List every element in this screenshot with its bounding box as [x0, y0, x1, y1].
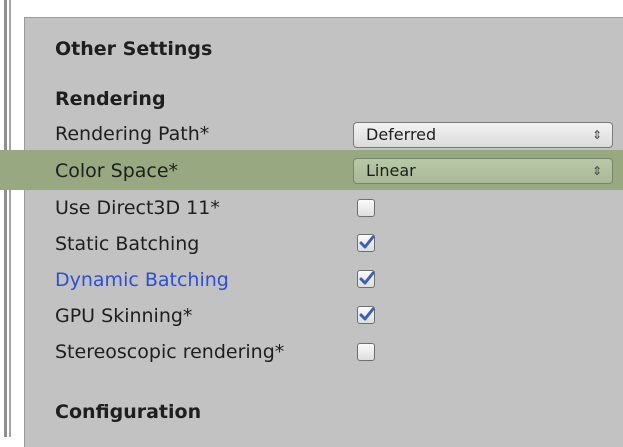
- checkmark-icon: [359, 235, 375, 249]
- window-edge-line-inner: [9, 0, 11, 437]
- color-space-value: Linear: [366, 161, 416, 180]
- stereoscopic-rendering-checkbox[interactable]: [357, 343, 375, 361]
- dynamic-batching-label: Dynamic Batching: [55, 269, 229, 291]
- rendering-path-value: Deferred: [366, 125, 437, 144]
- checkmark-icon: [359, 307, 375, 321]
- updown-arrows-icon: ⇕: [591, 164, 602, 178]
- section-header-configuration: Configuration: [55, 401, 202, 423]
- rendering-path-dropdown[interactable]: Deferred ⇕: [353, 122, 613, 148]
- use-direct3d-11-checkbox[interactable]: [357, 199, 375, 217]
- color-space-label: Color Space*: [55, 160, 179, 182]
- checkmark-icon: [359, 271, 375, 285]
- gpu-skinning-label: GPU Skinning*: [55, 305, 193, 327]
- gpu-skinning-checkbox[interactable]: [357, 306, 375, 324]
- static-batching-checkbox[interactable]: [357, 234, 375, 252]
- window-edge-line: [4, 0, 7, 437]
- static-batching-label: Static Batching: [55, 233, 200, 255]
- color-space-dropdown[interactable]: Linear ⇕: [353, 158, 613, 184]
- stereoscopic-rendering-label: Stereoscopic rendering*: [55, 341, 285, 363]
- rendering-path-label: Rendering Path*: [55, 123, 210, 145]
- updown-arrows-icon: ⇕: [591, 128, 602, 142]
- use-direct3d-11-label: Use Direct3D 11*: [55, 197, 220, 219]
- section-header-rendering: Rendering: [55, 88, 166, 110]
- section-header-other-settings[interactable]: Other Settings: [55, 37, 212, 61]
- dynamic-batching-checkbox[interactable]: [357, 270, 375, 288]
